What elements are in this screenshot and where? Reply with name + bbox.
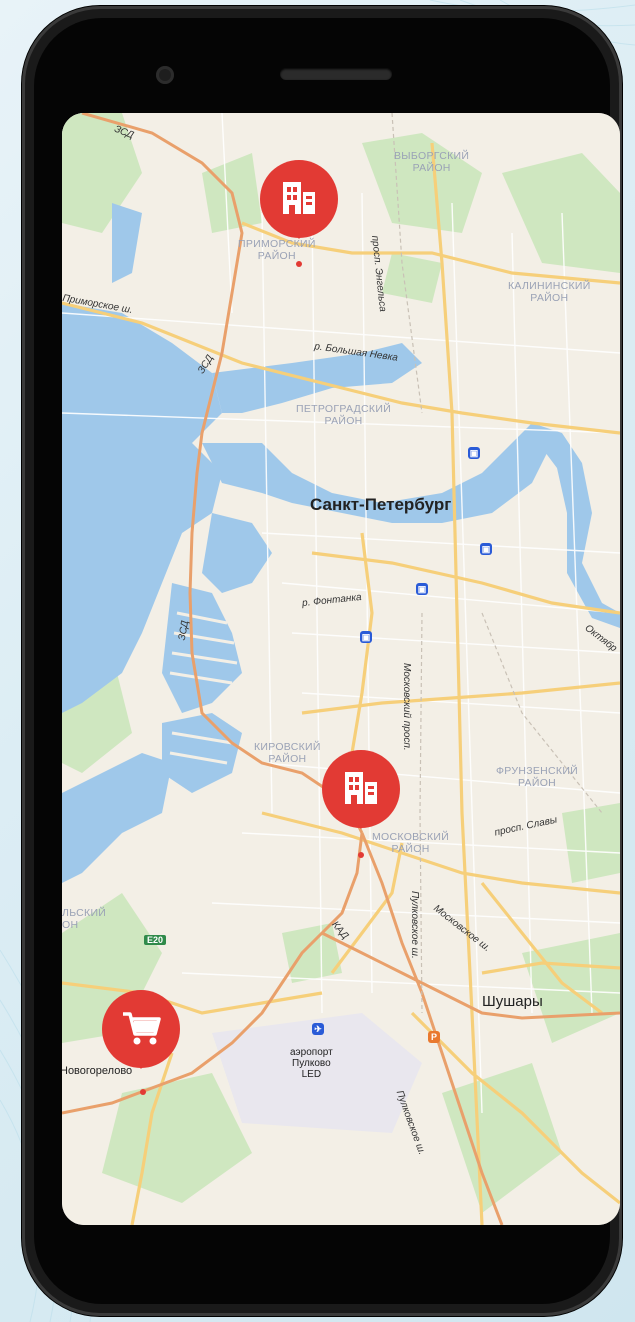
metro-icon[interactable]: ▣: [480, 543, 492, 555]
front-camera: [156, 66, 174, 84]
shop-location-dot: [140, 1089, 146, 1095]
airport-label: аэропорт Пулково LED: [290, 1047, 333, 1080]
metro-icon[interactable]: ▣: [468, 447, 480, 459]
road-shield-e20: E20: [144, 935, 167, 945]
office-marker-moskovsky[interactable]: [322, 750, 402, 830]
place-shushary: Шушары: [482, 993, 543, 1010]
airport-icon: ✈: [312, 1023, 324, 1035]
district-vyborgsky: ВЫБОРГСКИЙ РАЙОН: [394, 150, 470, 174]
district-partial-left: ЛЬСКИЙ ОН: [62, 907, 107, 931]
building-icon: [283, 182, 315, 214]
office-location-dot: [296, 261, 302, 267]
office-location-dot: [358, 852, 364, 858]
district-frunzensky: ФРУНЗЕНСКИЙ РАЙОН: [496, 765, 579, 789]
map-view[interactable]: ПРИМОРСКИЙ РАЙОН ВЫБОРГСКИЙ РАЙОН КАЛИНИНС…: [62, 113, 620, 1225]
road-label-pulkovskoe-1: Пулковское ш.: [409, 891, 420, 959]
parking-icon[interactable]: P: [428, 1031, 440, 1043]
district-petrogradsky: ПЕТРОГРАДСКИЙ РАЙОН: [296, 403, 392, 427]
metro-icon[interactable]: ▣: [416, 583, 428, 595]
district-kirovsky: КИРОВСКИЙ РАЙОН: [254, 741, 321, 765]
district-kalininsky: КАЛИНИНСКИЙ РАЙОН: [508, 280, 591, 304]
road-label-moskovsky-prosp: Московский просп.: [401, 663, 412, 751]
earpiece-speaker: [280, 68, 392, 80]
metro-icon[interactable]: ▣: [360, 631, 372, 643]
shopping-cart-icon: [123, 1012, 161, 1045]
district-primorsky: ПРИМОРСКИЙ РАЙОН: [238, 238, 316, 262]
building-icon: [345, 772, 377, 804]
shop-marker-novogorelovo[interactable]: [102, 990, 182, 1070]
district-moskovsky: МОСКОВСКИЙ РАЙОН: [372, 831, 450, 855]
city-label: Санкт-Петербург: [310, 495, 452, 514]
office-marker-primorsky[interactable]: [260, 160, 340, 240]
